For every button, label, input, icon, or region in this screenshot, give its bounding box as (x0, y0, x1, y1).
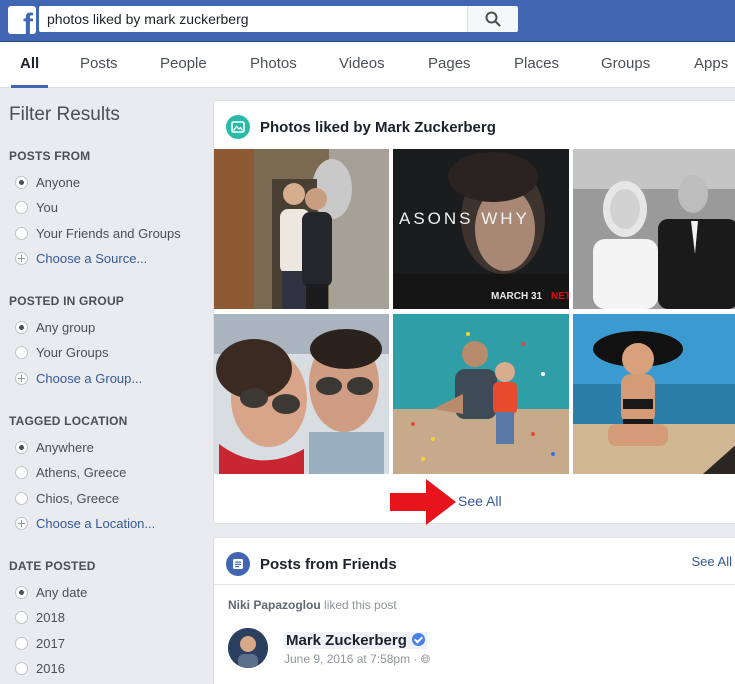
filter-section-date-posted: DATE POSTED (9, 559, 96, 573)
filter-option-chios[interactable]: Chios, Greece (15, 489, 119, 507)
radio-icon (15, 610, 28, 624)
radio-icon (15, 200, 28, 214)
filter-option-2018[interactable]: 2018 (15, 608, 65, 626)
photo-thumbnail-confetti[interactable] (393, 314, 569, 474)
filter-link-label: Choose a Group... (36, 370, 143, 386)
photo-icon (226, 115, 250, 139)
filter-option-any-date[interactable]: Any date (15, 583, 87, 601)
facebook-logo-icon[interactable]: f (8, 6, 36, 34)
choose-location-link[interactable]: Choose a Location... (15, 514, 155, 532)
filter-option-your-groups[interactable]: Your Groups (15, 343, 109, 361)
filter-title: Filter Results (9, 104, 120, 125)
search-input[interactable]: photos liked by mark zuckerberg (39, 6, 467, 32)
show-date-text: MARCH 31 (491, 291, 543, 302)
photo-thumbnail-selfie-sunglasses[interactable] (214, 314, 389, 474)
show-title-text: ASONS WHY (399, 209, 530, 228)
filter-option-athens[interactable]: Athens, Greece (15, 463, 126, 481)
meta-separator: · (413, 652, 418, 666)
globe-icon: 🌐︎ (420, 652, 431, 666)
filter-option-label: Your Groups (36, 344, 109, 360)
radio-selected-icon (15, 585, 28, 599)
choose-group-link[interactable]: Choose a Group... (15, 369, 142, 387)
posts-card-header: Posts from Friends (226, 552, 397, 576)
search-button[interactable] (467, 6, 518, 32)
liked-by-text: liked this post (324, 598, 397, 612)
radio-icon (15, 636, 28, 650)
filter-option-label: Anyone (36, 174, 81, 190)
search-tabs: All Posts People Photos Videos Pages Pla… (0, 42, 735, 88)
plus-icon (15, 371, 28, 385)
tab-people[interactable]: People (160, 42, 207, 88)
filter-option-label: 2018 (36, 609, 65, 625)
radio-icon (15, 345, 28, 359)
photo-thumbnail-beach-hat[interactable] (573, 314, 735, 474)
plus-icon (15, 516, 28, 530)
radio-icon (15, 465, 28, 479)
photo-thumbnail-friends[interactable] (214, 149, 389, 309)
filter-option-2016[interactable]: 2016 (15, 659, 65, 677)
filter-section-posts-from: POSTS FROM (9, 149, 91, 163)
photo-thumbnail-couple-bw[interactable] (573, 149, 735, 309)
choose-source-link[interactable]: Choose a Source... (15, 249, 147, 267)
filter-option-label: Anywhere (36, 439, 94, 455)
tab-apps[interactable]: Apps (694, 42, 728, 88)
filter-option-label: Your Friends and Groups (36, 225, 181, 241)
radio-selected-icon (15, 320, 28, 334)
filter-link-label: Choose a Source... (36, 250, 148, 266)
verified-badge-icon (411, 633, 425, 646)
card-divider (214, 584, 735, 585)
show-brand-text: NET (551, 291, 569, 302)
author-name-text: Mark Zuckerberg (286, 632, 407, 649)
tab-posts[interactable]: Posts (80, 42, 118, 88)
filter-option-label: Any date (36, 584, 88, 600)
see-all-photos-link[interactable]: See All (458, 493, 502, 509)
avatar[interactable] (228, 628, 268, 668)
red-arrow-annotation-icon (390, 479, 456, 525)
filter-option-label: 2016 (36, 660, 65, 676)
filter-option-label: Any group (36, 319, 96, 335)
radio-icon (15, 661, 28, 675)
radio-selected-icon (15, 175, 28, 189)
filter-option-label: Chios, Greece (36, 490, 120, 506)
tab-groups[interactable]: Groups (601, 42, 650, 88)
tab-videos[interactable]: Videos (339, 42, 385, 88)
liked-by-line: Niki Papazoglou liked this post (228, 598, 397, 612)
filter-section-posted-in-group: POSTED IN GROUP (9, 294, 125, 308)
posts-card-title: Posts from Friends (260, 555, 397, 573)
radio-selected-icon (15, 440, 28, 454)
filter-option-you[interactable]: You (15, 198, 58, 216)
photos-card-header: Photos liked by Mark Zuckerberg (226, 115, 496, 139)
search-icon (485, 11, 501, 27)
tab-photos[interactable]: Photos (250, 42, 297, 88)
filter-section-tagged-location: TAGGED LOCATION (9, 414, 128, 428)
top-bar: f photos liked by mark zuckerberg (0, 0, 735, 42)
post-date[interactable]: June 9, 2016 at 7:58pm (284, 652, 410, 666)
filter-option-label: Athens, Greece (36, 464, 127, 480)
filter-option-anywhere[interactable]: Anywhere (15, 438, 94, 456)
filter-option-anyone[interactable]: Anyone (15, 173, 80, 191)
filter-option-friends-groups[interactable]: Your Friends and Groups (15, 224, 181, 242)
radio-icon (15, 226, 28, 240)
filter-option-2017[interactable]: 2017 (15, 634, 65, 652)
tab-pages[interactable]: Pages (428, 42, 471, 88)
filter-option-any-group[interactable]: Any group (15, 318, 95, 336)
filter-option-label: 2017 (36, 635, 65, 651)
posts-icon (226, 552, 250, 576)
see-all-posts-link[interactable]: See All (692, 554, 732, 569)
photos-card: Photos liked by Mark Zuckerberg ASONS WH… (213, 100, 735, 525)
liked-by-name[interactable]: Niki Papazoglou (228, 598, 321, 612)
post-meta: June 9, 2016 at 7:58pm · 🌐︎ (284, 652, 430, 667)
tab-all[interactable]: All (10, 42, 49, 88)
tab-places[interactable]: Places (514, 42, 559, 88)
post-author-name[interactable]: Mark Zuckerberg (284, 632, 427, 649)
radio-icon (15, 491, 28, 505)
posts-from-friends-card: Posts from Friends See All Niki Papazogl… (213, 537, 735, 684)
filter-link-label: Choose a Location... (36, 515, 156, 531)
photo-thumbnail-13-reasons-why[interactable]: ASONS WHY MARCH 31 NET (393, 149, 569, 309)
plus-icon (15, 251, 28, 265)
filter-option-label: You (36, 199, 58, 215)
photos-card-title: Photos liked by Mark Zuckerberg (260, 118, 496, 136)
